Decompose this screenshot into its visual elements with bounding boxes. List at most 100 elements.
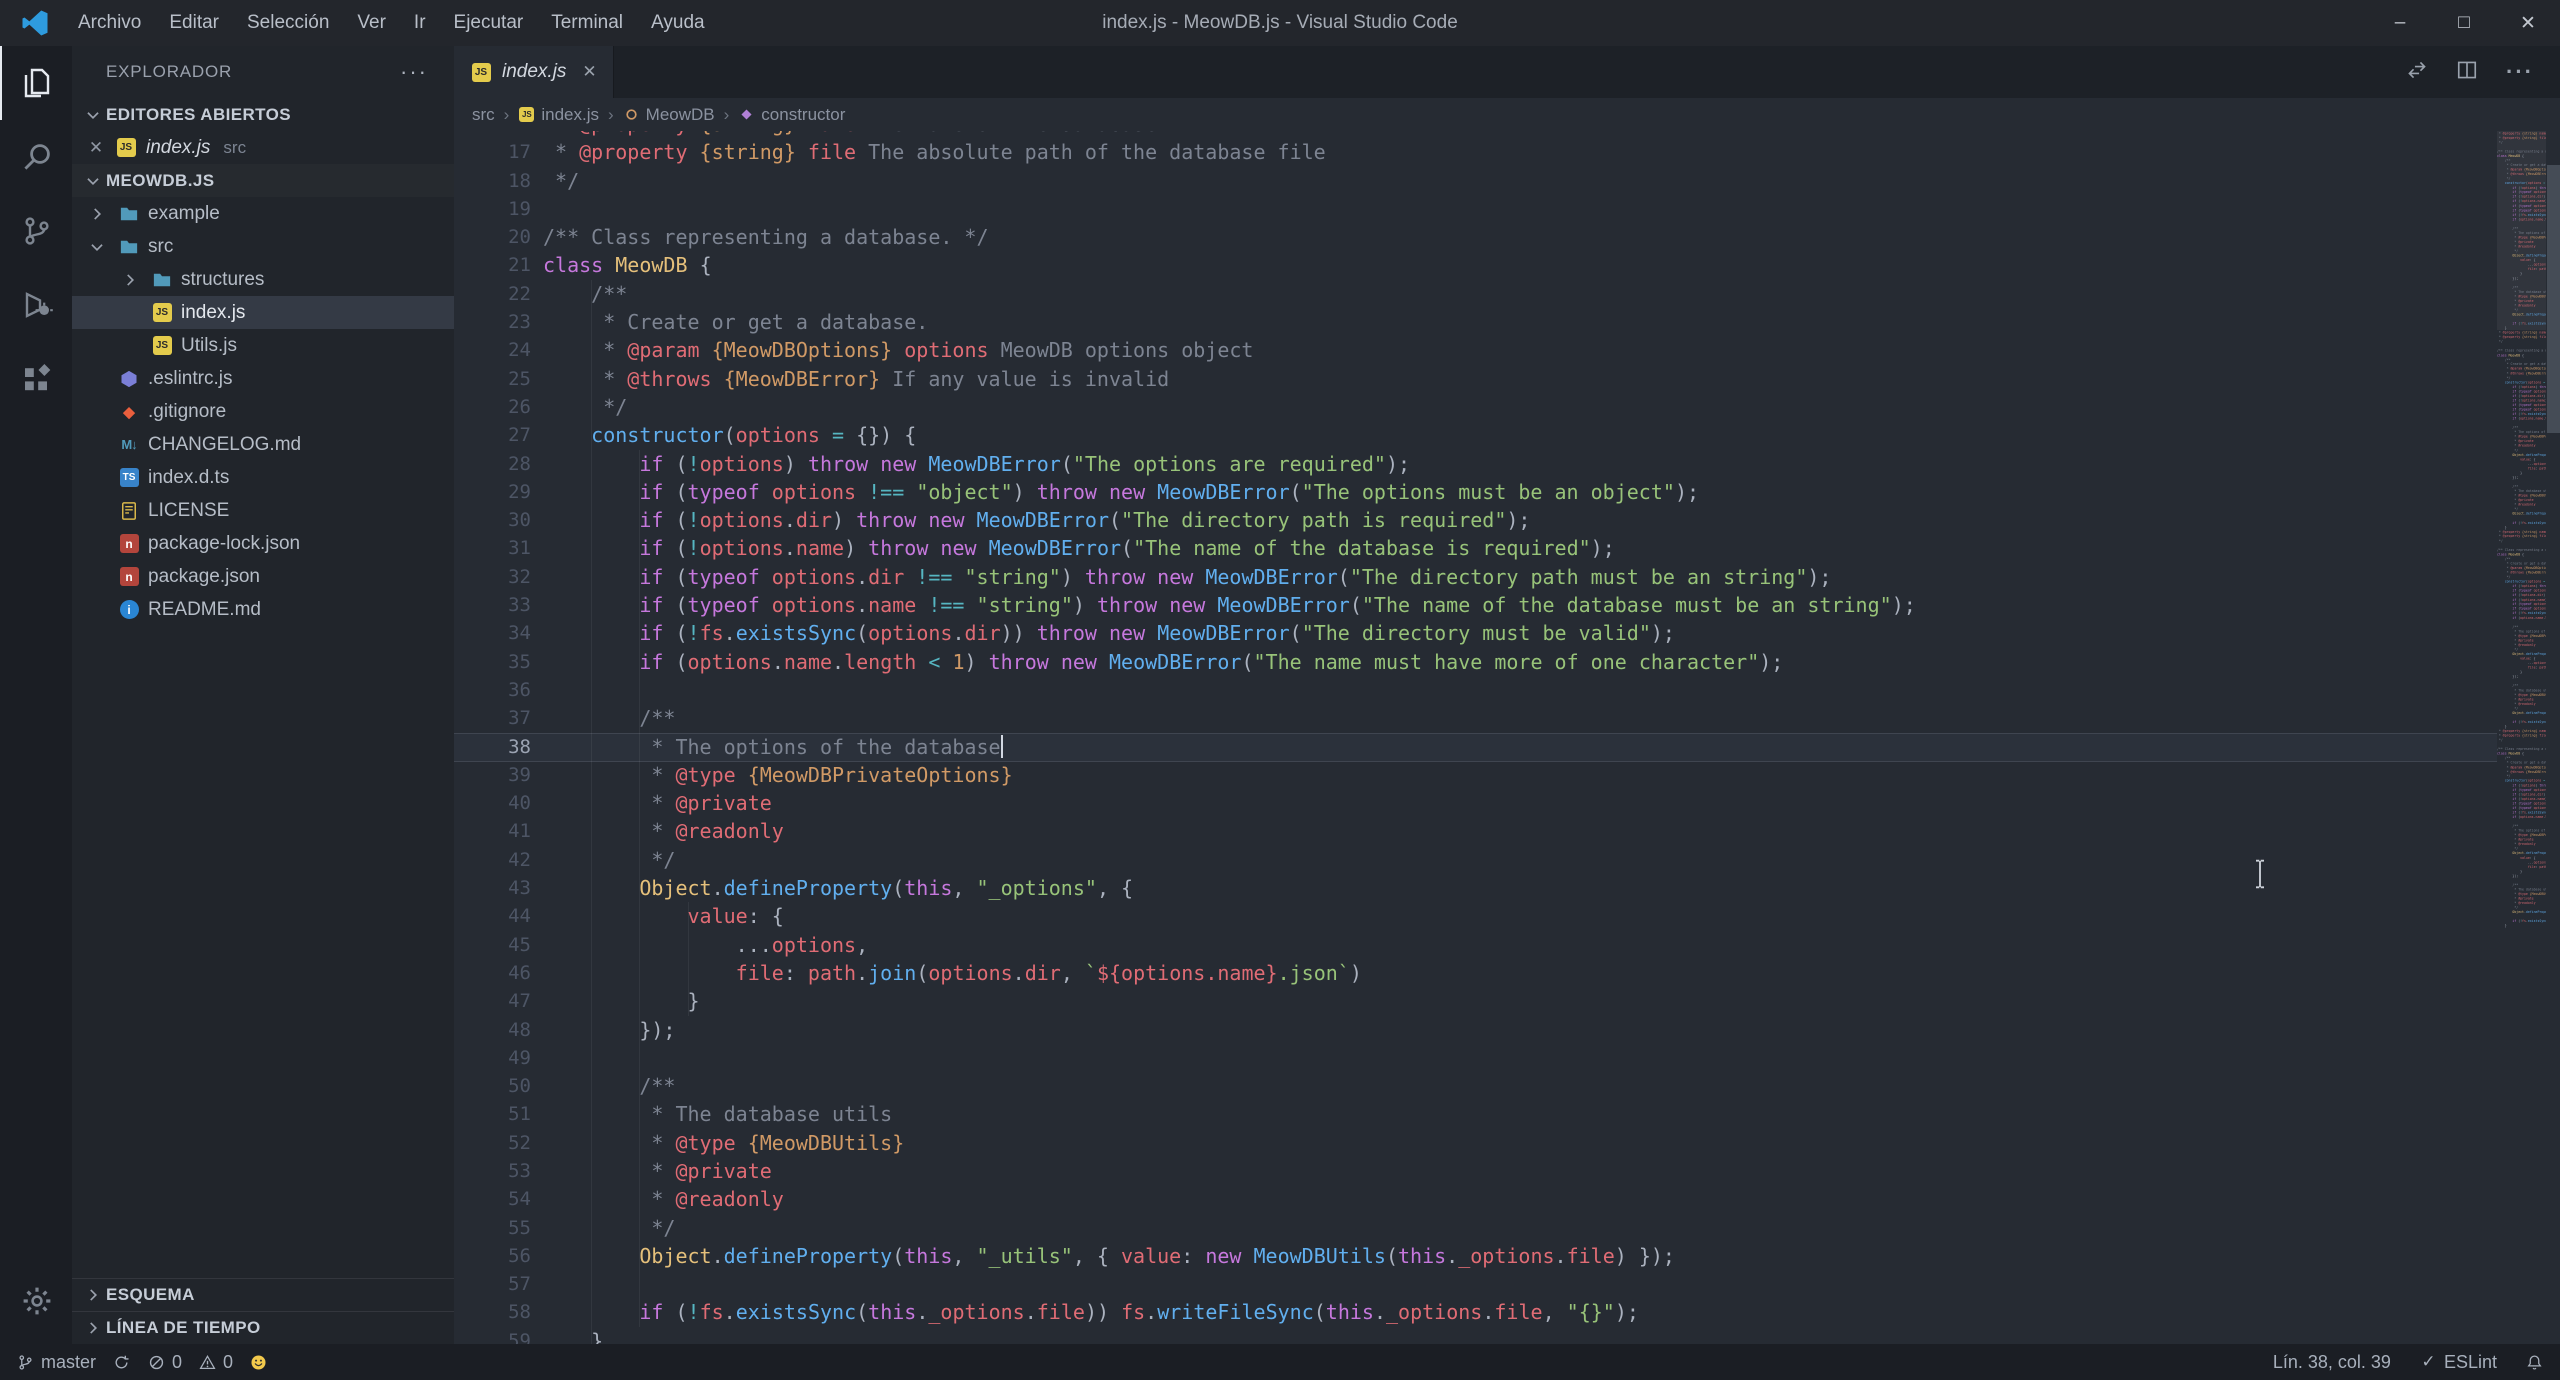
activity-run-and-debug[interactable] [0,268,72,342]
menu-archivo[interactable]: Archivo [64,0,155,46]
tree-item-src[interactable]: src [72,230,454,263]
tree-item-eslintrc-js[interactable]: .eslintrc.js [72,362,454,395]
line-number-42[interactable]: 42 [454,846,543,874]
code-line-59[interactable]: } [543,1327,1916,1344]
line-number-27[interactable]: 27 [454,421,543,449]
chevron-right-icon[interactable] [80,1315,106,1341]
line-number-29[interactable]: 29 [454,478,543,506]
code-line-57[interactable] [543,1270,1916,1298]
menu-ver[interactable]: Ver [343,0,400,46]
tree-item-index-js[interactable]: JS index.js [72,296,454,329]
line-number-31[interactable]: 31 [454,534,543,562]
code-line-52[interactable]: * @type {MeowDBUtils} [543,1129,1916,1157]
code-line-21[interactable]: class MeowDB { [543,251,1916,279]
line-number-57[interactable]: 57 [454,1270,543,1298]
code-line-53[interactable]: * @private [543,1157,1916,1185]
activity-search[interactable] [0,120,72,194]
open-changes-button[interactable] [2406,59,2428,86]
code-line-44[interactable]: value: { [543,902,1916,930]
line-number-30[interactable]: 30 [454,506,543,534]
code-line-37[interactable]: /** [543,704,1916,732]
line-number-35[interactable]: 35 [454,648,543,676]
code-line-48[interactable]: }); [543,1016,1916,1044]
menu-editar[interactable]: Editar [155,0,233,46]
panel-linea-de-tiempo[interactable]: LÍNEA DE TIEMPO [72,1311,454,1344]
code-line-20[interactable]: /** Class representing a database. */ [543,223,1916,251]
line-number-21[interactable]: 21 [454,251,543,279]
code-line-45[interactable]: ...options, [543,931,1916,959]
code-line-46[interactable]: file: path.join(options.dir, `${options.… [543,959,1916,987]
line-number-23[interactable]: 23 [454,308,543,336]
line-number-36[interactable]: 36 [454,676,543,704]
code-line-43[interactable]: Object.defineProperty(this, "_options", … [543,874,1916,902]
code-line-25[interactable]: * @throws {MeowDBError} If any value is … [543,365,1916,393]
tree-item-index-d-ts[interactable]: TS index.d.ts [72,461,454,494]
open-editors-header[interactable]: EDITORES ABIERTOS [72,98,454,131]
line-number-41[interactable]: 41 [454,817,543,845]
vertical-scrollbar-thumb[interactable] [2547,165,2560,433]
sidebar-more-actions-button[interactable]: ··· [400,59,428,85]
tree-item-example[interactable]: example [72,197,454,230]
code-line-40[interactable]: * @private [543,789,1916,817]
code-line-38[interactable]: * The options of the database [543,733,1916,761]
activity-explorer[interactable] [0,46,72,120]
code-line-27[interactable]: constructor(options = {}) { [543,421,1916,449]
code-line-51[interactable]: * The database utils [543,1100,1916,1128]
breadcrumb-item-src[interactable]: src [472,105,495,125]
line-number-53[interactable]: 53 [454,1157,543,1185]
line-number-52[interactable]: 52 [454,1129,543,1157]
code-line-29[interactable]: if (typeof options !== "object") throw n… [543,478,1916,506]
tree-item-structures[interactable]: structures [72,263,454,296]
line-number-33[interactable]: 33 [454,591,543,619]
menu-terminal[interactable]: Terminal [537,0,637,46]
maximize-button[interactable]: □ [2432,0,2496,46]
menu-ejecutar[interactable]: Ejecutar [440,0,538,46]
chevron-right-icon[interactable] [80,1282,106,1308]
line-number-39[interactable]: 39 [454,761,543,789]
line-number-25[interactable]: 25 [454,365,543,393]
tab-index-js[interactable]: JS index.js ✕ [454,46,614,98]
line-number-40[interactable]: 40 [454,789,543,817]
breadcrumb-item-meowdb[interactable]: MeowDB [623,105,715,125]
status-feedback-smiley[interactable] [249,1353,268,1372]
line-number-48[interactable]: 48 [454,1016,543,1044]
code-line-17[interactable]: * @property {string} file The absolute p… [543,138,1916,166]
line-number-18[interactable]: 18 [454,167,543,195]
code-line-33[interactable]: if (typeof options.name !== "string") th… [543,591,1915,619]
line-number-20[interactable]: 20 [454,223,543,251]
close-button[interactable]: ✕ [2496,0,2560,46]
line-number-50[interactable]: 50 [454,1072,543,1100]
line-number-22[interactable]: 22 [454,280,543,308]
code-line-30[interactable]: if (!options.dir) throw new MeowDBError(… [543,506,1916,534]
code-line-28[interactable]: if (!options) throw new MeowDBError("The… [543,450,1916,478]
line-number-24[interactable]: 24 [454,336,543,364]
status-cursor-position[interactable]: Lín. 38, col. 39 [2273,1352,2391,1373]
close-editor-icon[interactable]: ✕ [86,138,106,158]
minimap[interactable]: * @property {string} name The name of th… [2497,131,2546,1344]
code-line-35[interactable]: if (options.name.length < 1) throw new M… [543,648,1916,676]
code-line-49[interactable] [543,1044,1916,1072]
line-number-19[interactable]: 19 [454,195,543,223]
code-line-50[interactable]: /** [543,1072,1916,1100]
activity-settings[interactable] [0,1264,72,1338]
line-number-16[interactable]: 16 [454,131,543,138]
minimize-button[interactable]: – [2368,0,2432,46]
code-line-22[interactable]: /** [543,280,1916,308]
tab-close-icon[interactable]: ✕ [582,62,596,82]
line-number-44[interactable]: 44 [454,902,543,930]
breadcrumb-item-constructor[interactable]: constructor [738,105,845,125]
more-actions-button[interactable]: ··· [2506,59,2534,85]
line-number-56[interactable]: 56 [454,1242,543,1270]
status-errors[interactable]: 0 [147,1352,182,1373]
line-number-17[interactable]: 17 [454,138,543,166]
code-line-23[interactable]: * Create or get a database. [543,308,1916,336]
code-editor[interactable]: 1617181920212223242526272829303132333435… [454,131,2560,1344]
open-editor-item-index-js[interactable]: ✕ JS index.js src [72,131,454,164]
status-eslint[interactable]: ✓ ESLint [2419,1352,2497,1373]
code-line-42[interactable]: */ [543,846,1916,874]
activity-extensions[interactable] [0,342,72,416]
code-line-41[interactable]: * @readonly [543,817,1916,845]
tree-item-license[interactable]: LICENSE [72,494,454,527]
code-line-54[interactable]: * @readonly [543,1185,1916,1213]
tree-item-gitignore[interactable]: ◆ .gitignore [72,395,454,428]
